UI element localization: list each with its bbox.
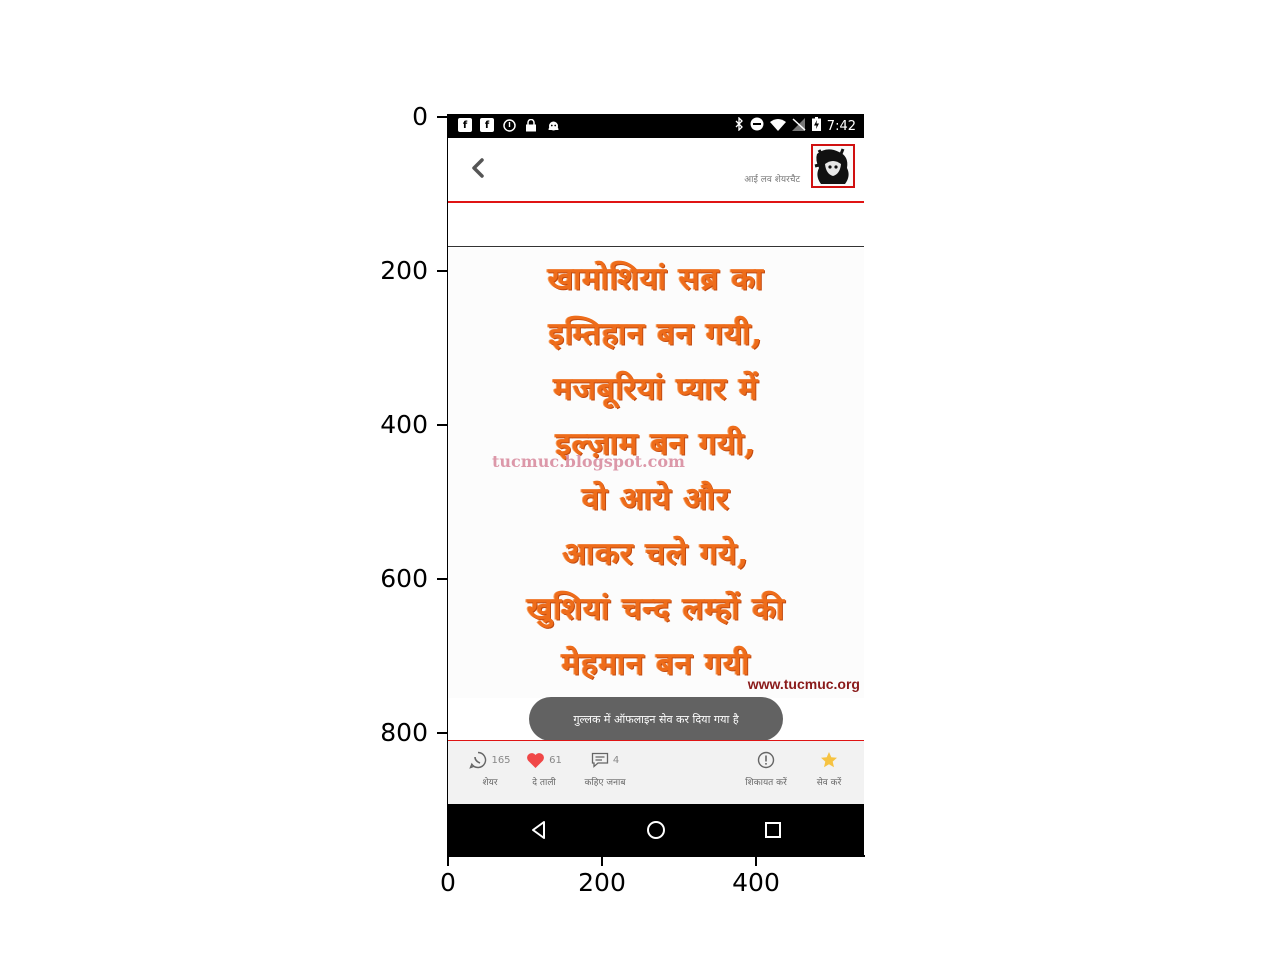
x-tick: [601, 856, 603, 866]
poem-line: खामोशियां सब्र का: [547, 261, 765, 297]
chevron-left-icon: [472, 158, 484, 178]
do-not-disturb-icon: [750, 117, 764, 135]
y-tick-label: 600: [380, 564, 428, 593]
y-tick: [437, 270, 447, 272]
comment-count: 4: [612, 754, 620, 766]
facebook-icon: f: [458, 118, 472, 132]
content-divider: [448, 246, 864, 247]
android-icon: [546, 118, 560, 132]
save-label: सेव करें: [816, 778, 842, 788]
profile-avatar[interactable]: [811, 144, 855, 188]
no-signal-icon: [791, 117, 806, 135]
comment-label: कहिए जनाब: [584, 778, 626, 788]
star-icon: [821, 752, 837, 768]
home-circle-icon: [647, 821, 665, 839]
header-divider: [448, 201, 864, 203]
action-bar: 165 शेयर 61 दे ताली 4 कहिए जनाब शिकायत क…: [448, 741, 864, 804]
circle-info-icon: [502, 118, 516, 132]
report-label: शिकायत करें: [745, 778, 787, 788]
nav-home-button[interactable]: [645, 819, 667, 841]
wifi-icon: [769, 118, 786, 135]
status-time: 7:42: [826, 118, 856, 134]
y-tick: [437, 732, 447, 734]
battery-charging-icon: [811, 117, 821, 135]
x-axis-spine: [447, 855, 865, 857]
poem-line: इम्तिहान बन गयी,: [548, 316, 764, 352]
poem-line: मजबूरियां प्यार में: [553, 371, 759, 407]
poem-line: खुशियां चन्द लम्हों की: [526, 591, 786, 627]
x-tick-label: 200: [578, 868, 626, 897]
comment-button[interactable]: 4 कहिए जनाब: [580, 751, 630, 788]
recents-square-icon: [765, 822, 781, 838]
poem-line: वो आये और: [582, 481, 730, 517]
back-button[interactable]: [468, 154, 492, 184]
facebook-icon: f: [480, 118, 494, 132]
status-bar: f f 7:42: [448, 114, 864, 138]
poem-text: खामोशियां सब्र का इम्तिहान बन गयी, मजबूर…: [448, 252, 864, 692]
save-button[interactable]: सेव करें: [810, 751, 848, 788]
heart-icon: [527, 752, 545, 768]
image-watermark: tucmuc.blogspot.com: [492, 452, 685, 471]
like-count: 61: [549, 754, 562, 766]
like-button[interactable]: 61 दे ताली: [524, 751, 564, 788]
whatsapp-icon: [469, 751, 487, 769]
y-tick-label: 200: [380, 256, 428, 285]
y-tick: [437, 424, 447, 426]
alert-circle-icon: [757, 751, 775, 769]
y-tick-label: 0: [412, 102, 428, 131]
back-triangle-icon: [532, 821, 545, 839]
x-tick-label: 400: [732, 868, 780, 897]
post-image[interactable]: खामोशियां सब्र का इम्तिहान बन गयी, मजबूर…: [448, 248, 864, 698]
nav-back-button[interactable]: [528, 819, 550, 841]
share-count: 165: [491, 754, 511, 766]
header-caption: आई लव शेयरचैट: [744, 175, 800, 185]
share-button[interactable]: 165 शेयर: [468, 751, 512, 788]
phone-screen: f f 7:42 आई लव शेयरचैट खामोशियां सब्र का…: [448, 114, 864, 855]
image-site-label: www.tucmuc.org: [747, 676, 860, 692]
navigation-bar: [448, 804, 864, 855]
comment-icon: [591, 752, 608, 768]
x-tick: [447, 856, 449, 866]
bluetooth-icon: [734, 116, 744, 135]
y-tick-label: 400: [380, 410, 428, 439]
toast-text: गुल्लक में ऑफलाइन सेव कर दिया गया है: [573, 712, 739, 726]
app-header: आई लव शेयरचैट: [448, 138, 864, 201]
nav-recents-button[interactable]: [762, 819, 784, 841]
toast-message: गुल्लक में ऑफलाइन सेव कर दिया गया है: [529, 697, 783, 741]
like-label: दे ताली: [532, 778, 556, 788]
x-tick-label: 0: [440, 868, 456, 897]
report-button[interactable]: शिकायत करें: [740, 751, 792, 788]
x-tick: [755, 856, 757, 866]
y-tick-label: 800: [380, 718, 428, 747]
y-tick: [437, 578, 447, 580]
share-label: शेयर: [482, 778, 498, 788]
y-tick: [437, 116, 447, 118]
poem-line: आकर चले गये,: [562, 536, 750, 572]
lock-icon: [524, 118, 538, 132]
